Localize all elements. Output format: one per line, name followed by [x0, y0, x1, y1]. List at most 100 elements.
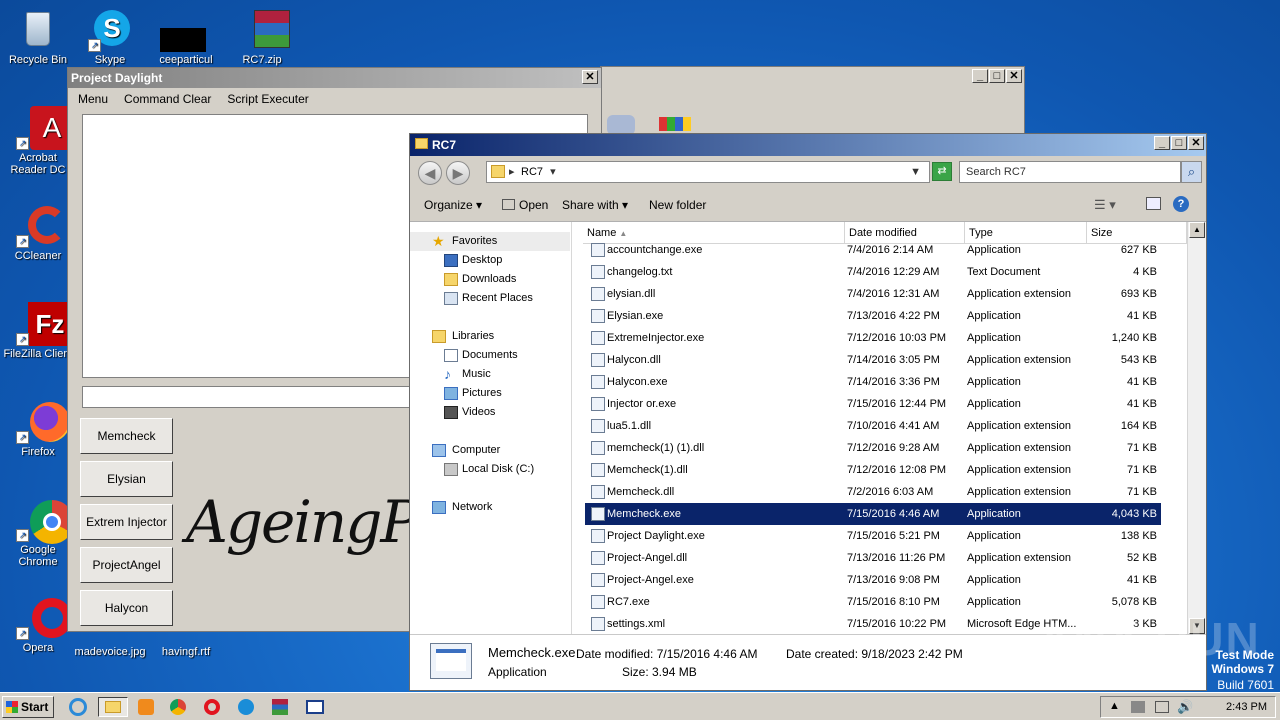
close-button[interactable]: ✕: [1006, 69, 1022, 83]
winrar-taskbar-icon[interactable]: [270, 697, 292, 717]
desktop-icon-firefox[interactable]: ↗ Firefox: [0, 400, 76, 458]
memcheck-button[interactable]: Memcheck: [80, 418, 173, 454]
background-window-titlebar[interactable]: _ □ ✕: [601, 67, 1024, 87]
desktop-icon-ccleaner[interactable]: ↗ CCleaner: [0, 204, 76, 262]
organize-button[interactable]: Organize ▾: [424, 198, 482, 212]
file-row[interactable]: Memcheck.dll 7/2/2016 6:03 AM Application …: [585, 481, 1161, 503]
explorer-taskbar-icon[interactable]: [98, 697, 128, 717]
explorer-titlebar[interactable]: RC7 _ □ ✕: [410, 134, 1206, 156]
desktop-icon-chrome[interactable]: ↗ Google Chrome: [0, 498, 76, 568]
new-folder-button[interactable]: New folder: [649, 198, 706, 212]
nav-item-libraries[interactable]: Libraries: [410, 327, 570, 346]
file-row[interactable]: Memcheck.exe 7/15/2016 4:46 AM Application…: [585, 503, 1161, 525]
refresh-button[interactable]: ⇄: [932, 162, 952, 181]
close-button[interactable]: ✕: [1188, 136, 1204, 150]
file-row[interactable]: elysian.dll 7/4/2016 12:31 AM Application …: [585, 283, 1161, 305]
nav-item-pictures[interactable]: Pictures: [410, 384, 570, 403]
file-size: 693 KB: [1120, 288, 1157, 300]
maximize-button[interactable]: □: [1171, 136, 1187, 150]
elysian-button[interactable]: Elysian: [80, 461, 173, 497]
view-options-icon[interactable]: ☰ ▾: [1094, 197, 1116, 213]
chrome-taskbar-icon[interactable]: [168, 697, 190, 717]
opera-taskbar-icon[interactable]: [202, 697, 224, 717]
window-title: Project Daylight: [71, 71, 163, 85]
scroll-up-arrow[interactable]: ▲: [1189, 222, 1205, 238]
share-with-button[interactable]: Share with ▾: [562, 198, 628, 212]
nav-item-desktop[interactable]: Desktop: [410, 251, 570, 270]
desktop-icon-havingf[interactable]: havingf.rtf: [148, 632, 224, 658]
forward-button[interactable]: ▶: [446, 161, 470, 185]
start-button[interactable]: Start: [2, 696, 54, 718]
file-type: Application: [967, 244, 1021, 256]
file-row[interactable]: Project-Angel.exe 7/13/2016 9:08 PM Applic…: [585, 569, 1161, 591]
file-row[interactable]: accountchange.exe 7/4/2016 2:14 AM Applica…: [585, 239, 1161, 261]
file-row[interactable]: Elysian.exe 7/13/2016 4:22 PM Application 4…: [585, 305, 1161, 327]
help-icon[interactable]: ?: [1173, 196, 1189, 212]
file-row[interactable]: RC7.exe 7/15/2016 8:10 PM Application 5,078…: [585, 591, 1161, 613]
media-player-icon[interactable]: [136, 697, 158, 717]
desktop-icon-label: Opera: [22, 642, 54, 654]
close-button[interactable]: ✕: [582, 70, 598, 84]
nav-item-computer[interactable]: Computer: [410, 441, 570, 460]
nav-item-local-disk[interactable]: Local Disk (C:): [410, 460, 570, 479]
explorer-window[interactable]: RC7 _ □ ✕ ◀ ▶ ▸ RC7 ▾ ▼ ⇄ Search RC7 ⌕ O…: [409, 133, 1207, 691]
open-button[interactable]: Open: [502, 198, 548, 212]
drive-icon: [444, 463, 458, 476]
flag-tray-icon[interactable]: [1131, 701, 1145, 713]
minimize-button[interactable]: _: [1154, 136, 1170, 150]
network-tray-icon[interactable]: [1155, 701, 1169, 713]
nav-item-network[interactable]: Network: [410, 498, 570, 517]
halycon-button[interactable]: Halycon: [80, 590, 173, 626]
search-icon[interactable]: ⌕: [1181, 161, 1202, 183]
back-button[interactable]: ◀: [418, 161, 442, 185]
extrem-injector-button[interactable]: Extrem Injector: [80, 504, 173, 540]
desktop-icon-acrobat[interactable]: A ↗ Acrobat Reader DC: [0, 106, 76, 176]
desktop-icon-opera[interactable]: ↗ Opera: [0, 596, 76, 654]
window-taskbar-icon[interactable]: [304, 697, 326, 717]
nav-item-music[interactable]: ♪ Music: [410, 365, 570, 384]
file-row[interactable]: Project Daylight.exe 7/15/2016 5:21 PM App…: [585, 525, 1161, 547]
desktop-icon-filezilla[interactable]: Fz ↗ FileZilla Client: [0, 302, 76, 360]
background-window[interactable]: _ □ ✕: [600, 66, 1025, 136]
minimize-button[interactable]: _: [972, 69, 988, 83]
desktop-icon-recycle-bin[interactable]: Recycle Bin: [0, 8, 76, 66]
file-row[interactable]: Memcheck(1).dll 7/12/2016 12:08 PM Applica…: [585, 459, 1161, 481]
address-input[interactable]: ▸ RC7 ▾ ▼: [486, 161, 930, 183]
nav-item-favorites[interactable]: ★ Favorites: [410, 232, 570, 251]
nav-item-recent-places[interactable]: Recent Places: [410, 289, 570, 308]
file-date: 7/15/2016 5:21 PM: [847, 530, 940, 542]
desktop-icon-skype[interactable]: S ↗ Skype: [72, 8, 148, 66]
file-row[interactable]: lua5.1.dll 7/10/2016 4:41 AM Application e…: [585, 415, 1161, 437]
file-row[interactable]: memcheck(1) (1).dll 7/12/2016 9:28 AM Appl…: [585, 437, 1161, 459]
file-row[interactable]: Injector or.exe 7/15/2016 12:44 PM Applica…: [585, 393, 1161, 415]
search-input[interactable]: Search RC7: [959, 161, 1181, 183]
volume-icon[interactable]: 🔊: [1177, 699, 1193, 715]
desktop-icon-rc7-zip[interactable]: RC7.zip: [224, 8, 300, 66]
internet-explorer-icon[interactable]: [68, 697, 90, 717]
nav-item-videos[interactable]: Videos: [410, 403, 570, 422]
file-row[interactable]: Project-Angel.dll 7/13/2016 11:26 PM Appli…: [585, 547, 1161, 569]
nav-item-documents[interactable]: Documents: [410, 346, 570, 365]
desktop-icon: [444, 254, 458, 267]
clock[interactable]: 2:43 PM: [1226, 701, 1267, 713]
file-row[interactable]: changelog.txt 7/4/2016 12:29 AM Text Docum…: [585, 261, 1161, 283]
file-row[interactable]: ExtremeInjector.exe 7/12/2016 10:03 PM App…: [585, 327, 1161, 349]
breadcrumb[interactable]: RC7: [521, 166, 543, 178]
file-row[interactable]: Halycon.dll 7/14/2016 3:05 PM Application …: [585, 349, 1161, 371]
details-size: Size: 3.94 MB: [622, 665, 697, 679]
edge-taskbar-icon[interactable]: [236, 697, 258, 717]
show-hidden-icons-icon[interactable]: ▲: [1109, 700, 1120, 712]
project-daylight-titlebar[interactable]: Project Daylight ✕: [68, 68, 601, 88]
desktop-icon-ceeparticul[interactable]: ceeparticul: [148, 8, 224, 66]
menu-item-script-executer[interactable]: Script Executer: [227, 92, 308, 106]
file-row[interactable]: Halycon.exe 7/14/2016 3:36 PM Application 4…: [585, 371, 1161, 393]
address-dropdown-icon[interactable]: ▼: [910, 162, 921, 182]
projectangel-button[interactable]: ProjectAngel: [80, 547, 173, 583]
desktop-icon-madevoice[interactable]: madevoice.jpg: [72, 632, 148, 658]
preview-pane-icon[interactable]: [1146, 197, 1161, 210]
vertical-scrollbar[interactable]: ▲ ▼: [1187, 222, 1206, 634]
menu-item-command-clear[interactable]: Command Clear: [124, 92, 211, 106]
nav-item-downloads[interactable]: Downloads: [410, 270, 570, 289]
maximize-button[interactable]: □: [989, 69, 1005, 83]
menu-item-menu[interactable]: Menu: [78, 92, 108, 106]
